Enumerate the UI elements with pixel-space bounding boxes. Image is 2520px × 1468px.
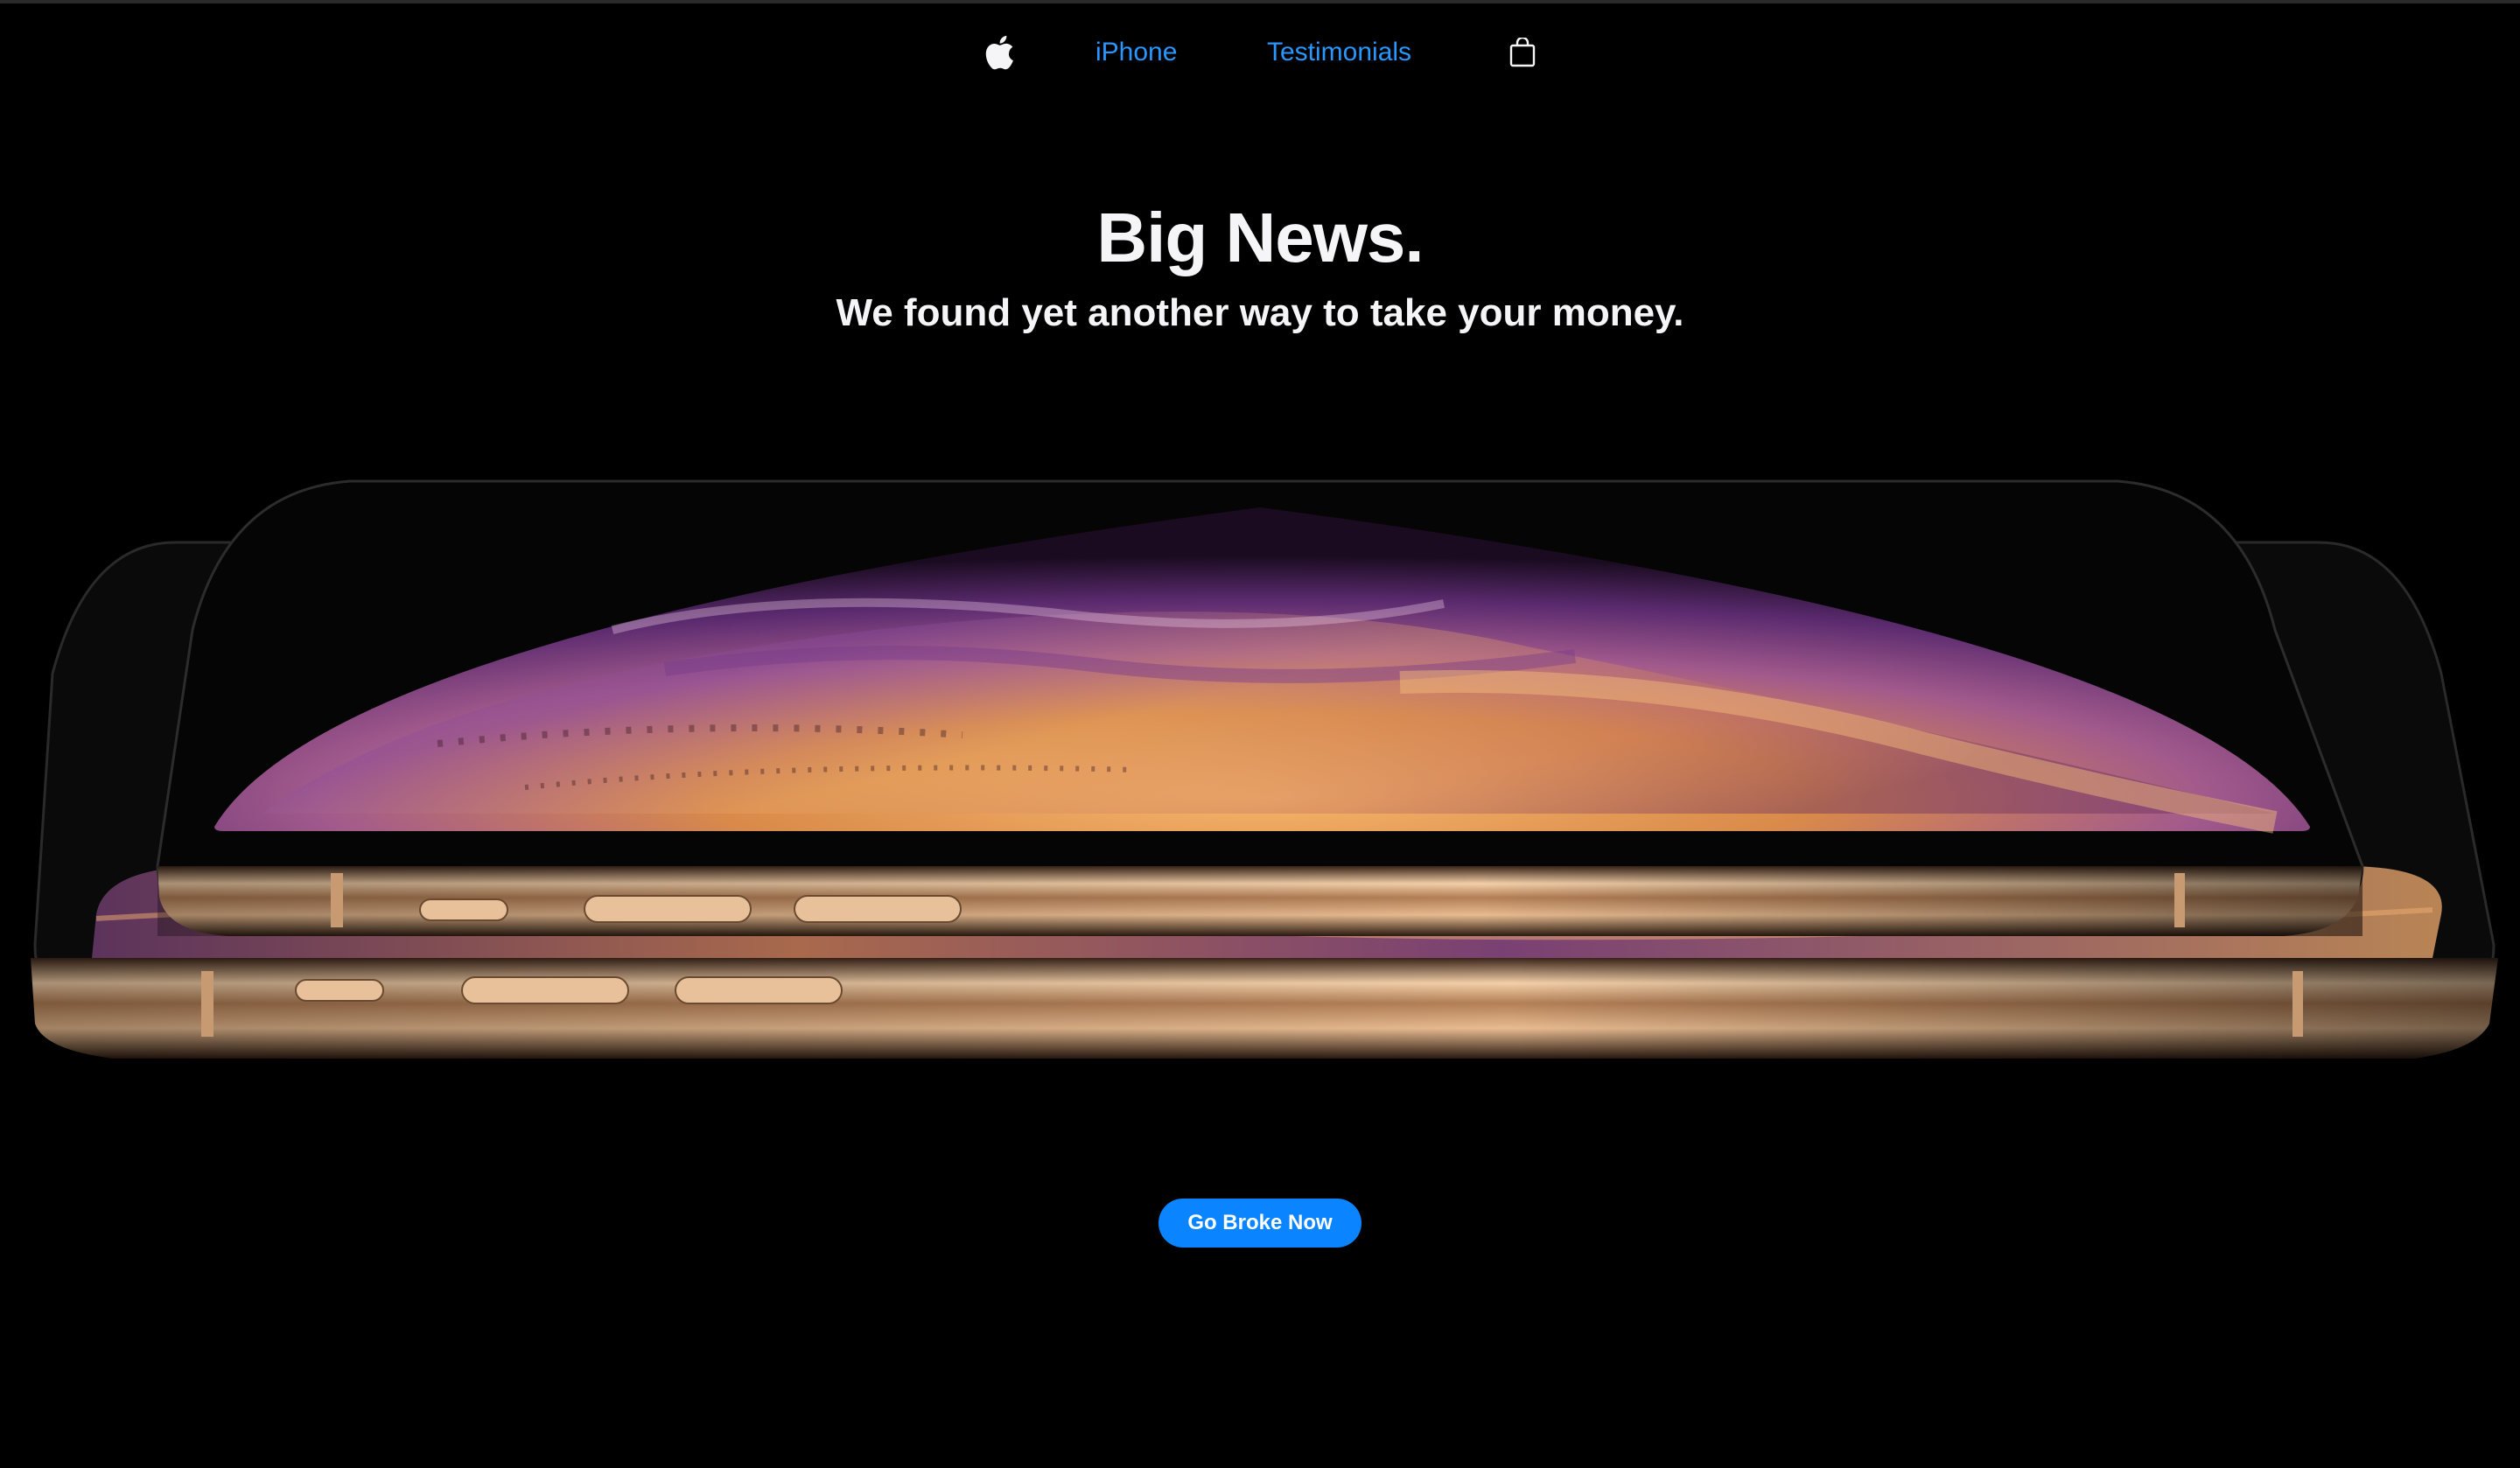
shopping-bag-icon — [1509, 38, 1536, 67]
nav-link-testimonials[interactable]: Testimonials — [1267, 24, 1411, 80]
apple-logo-icon — [985, 35, 1013, 70]
iphone-xs-gold-pair-image — [31, 479, 2498, 1059]
apple-logo-link[interactable] — [982, 24, 1017, 80]
top-border — [0, 0, 2520, 3]
hero-subheadline: We found yet another way to take your mo… — [836, 291, 1684, 334]
global-nav: iPhone Testimonials — [0, 24, 2520, 80]
nav-link-iphone[interactable]: iPhone — [1096, 24, 1177, 80]
go-broke-now-button[interactable]: Go Broke Now — [1158, 1199, 1362, 1248]
shopping-bag-link[interactable] — [1507, 24, 1538, 80]
hero-headline: Big News. — [1096, 199, 1424, 276]
page: iPhone Testimonials Big News. We found y… — [0, 0, 2520, 1468]
